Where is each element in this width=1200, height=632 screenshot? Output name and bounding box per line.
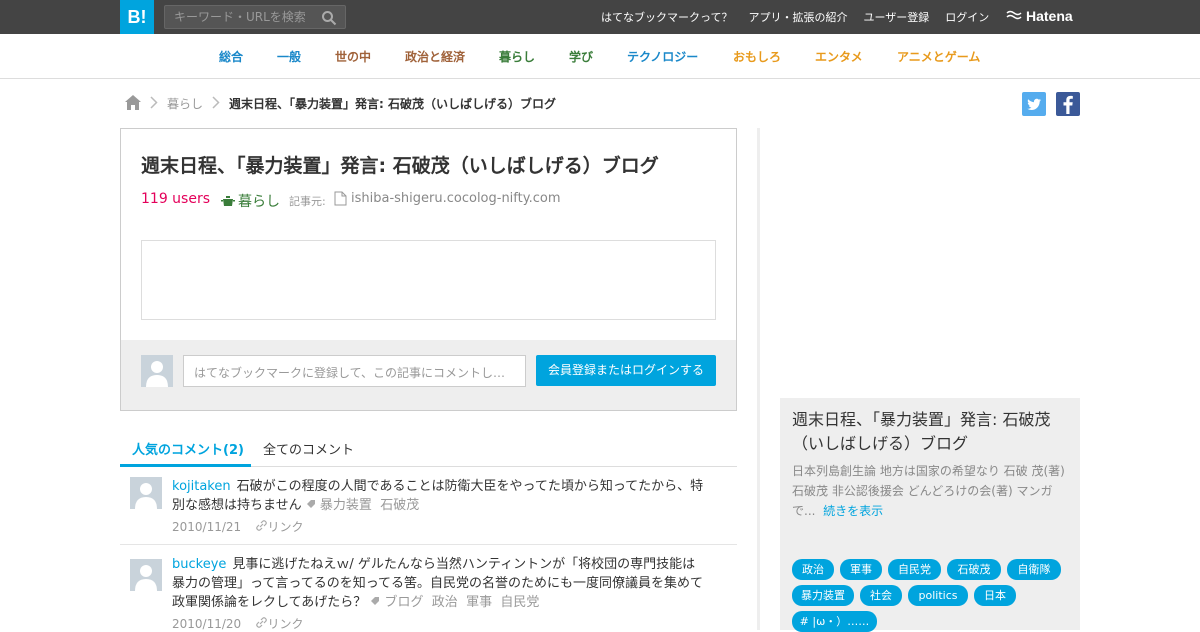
default-user-icon <box>141 355 173 387</box>
category-tab-general[interactable]: 一般 <box>277 48 301 65</box>
comment-tag[interactable]: 暴力装置 <box>320 498 372 513</box>
entry-card: 週末日程、「暴力装置」発言: 石破茂（いしばしげる）ブログ 119 users … <box>120 128 737 411</box>
hatena-brand-label: Hatena <box>1026 8 1073 24</box>
facebook-share-button[interactable] <box>1056 92 1080 116</box>
sidebar-tag[interactable]: 暴力装置 <box>792 585 854 606</box>
category-tab-knowledge[interactable]: 学び <box>569 48 593 65</box>
pot-icon <box>221 196 235 206</box>
active-tab-indicator <box>120 464 251 467</box>
comment-tag[interactable]: 石破茂 <box>380 498 419 513</box>
category-tab-anime-game[interactable]: アニメとゲーム <box>897 48 980 65</box>
entry-source[interactable]: ishiba-shigeru.cocolog-nifty.com <box>334 191 560 206</box>
source-label: 記事元: <box>289 195 326 208</box>
entry-category[interactable]: 暮らし <box>221 191 280 211</box>
twitter-share-button[interactable] <box>1022 92 1046 116</box>
entry-comment-form: はてなブックマークに登録して、この記事にコメントしよう 会員登録またはログインす… <box>121 340 736 410</box>
default-user-icon <box>130 559 162 591</box>
comment-link[interactable]: リンク <box>267 520 303 534</box>
search-icon[interactable] <box>321 10 337 26</box>
show-more-link[interactable]: 続きを表示 <box>823 504 883 518</box>
sidebar-tag[interactable]: 自民党 <box>888 559 941 580</box>
comment-body: buckeye 見事に逃げたねえｗ/ ゲルたんなら当然ハンティントンが「将校団の専… <box>172 555 707 612</box>
comment-tags: 暴力装置 石破茂 <box>306 498 419 513</box>
breadcrumb-current: 週末日程、「暴力装置」発言: 石破茂（いしばしげる）ブログ <box>229 97 556 111</box>
category-tab-fun[interactable]: おもしろ <box>733 48 781 65</box>
tab-popular-comments[interactable]: 人気のコメント(2) <box>132 439 244 458</box>
comment-avatar[interactable] <box>130 477 162 509</box>
register-link[interactable]: ユーザー登録 <box>863 9 929 25</box>
link-icon <box>256 520 268 531</box>
comment-tag[interactable]: 軍事 <box>466 595 492 610</box>
entry-source-domain: ishiba-shigeru.cocolog-nifty.com <box>351 191 561 206</box>
search-input[interactable] <box>165 6 315 28</box>
about-link[interactable]: はてなブックマークって？ <box>601 9 732 25</box>
search-box[interactable] <box>164 5 346 29</box>
twitter-icon <box>1027 98 1041 111</box>
top-nav: はてなブックマークって？ アプリ・拡張の紹介 ユーザー登録 ログイン <box>585 0 989 34</box>
chevron-right-icon <box>212 96 220 109</box>
comment-tag[interactable]: 政治 <box>432 595 458 610</box>
sidebar-description: 日本列島創生論 地方は国家の希望なり 石破 茂(著) 石破茂 非公認後援会 どん… <box>792 461 1068 521</box>
ad-space <box>780 128 1080 398</box>
comment-tag[interactable]: ブログ <box>385 595 424 610</box>
sidebar-tag[interactable]: 日本 <box>974 585 1016 606</box>
category-tab-general-top[interactable]: 総合 <box>219 48 243 65</box>
sidebar-title[interactable]: 週末日程、「暴力装置」発言: 石破茂（いしばしげる）ブログ <box>792 408 1072 456</box>
sidebar-tag[interactable]: # |ω・）…… <box>792 611 877 632</box>
entry-embed-area <box>141 240 716 320</box>
sidebar-tag[interactable]: 軍事 <box>840 559 882 580</box>
entry-category-label: 暮らし <box>238 194 280 210</box>
comment-text: 石破がこの程度の人間であることは防衛大臣をやってた頃から知ってたから、特別な感想… <box>172 479 704 513</box>
sidebar-tag[interactable]: 自衛隊 <box>1007 559 1061 580</box>
comment-link[interactable]: リンク <box>267 617 303 631</box>
home-icon[interactable] <box>124 94 142 111</box>
sidebar-tag[interactable]: 石破茂 <box>947 559 1001 580</box>
chevron-right-icon <box>150 96 158 109</box>
comment-username[interactable]: kojitaken <box>172 479 231 494</box>
bookmark-users-count[interactable]: 119 users <box>141 191 210 207</box>
comment-date[interactable]: 2010/11/20 <box>172 617 241 631</box>
login-link[interactable]: ログイン <box>945 9 989 25</box>
apps-link[interactable]: アプリ・拡張の紹介 <box>748 9 847 25</box>
document-icon <box>334 191 347 206</box>
category-tab-technology[interactable]: テクノロジー <box>627 48 698 65</box>
sidebar-entry-summary: 週末日程、「暴力装置」発言: 石破茂（いしばしげる）ブログ 日本列島創生論 地方… <box>780 398 1080 632</box>
category-tab-life[interactable]: 暮らし <box>499 48 535 65</box>
comment-meta: 2010/11/20 リンク <box>172 615 303 632</box>
login-button[interactable]: 会員登録またはログインする <box>536 355 716 386</box>
column-divider <box>757 128 760 630</box>
default-user-icon <box>130 477 162 509</box>
comment-tags: ブログ 政治 軍事 自民党 <box>370 595 539 610</box>
category-tab-world[interactable]: 世の中 <box>335 48 371 65</box>
sidebar-tag[interactable]: politics <box>908 585 968 606</box>
hatena-bookmark-logo[interactable]: B! <box>120 0 154 34</box>
facebook-icon <box>1063 95 1073 114</box>
top-bar: B! はてなブックマークって？ アプリ・拡張の紹介 ユーザー登録 ログイン Ha… <box>0 0 1200 34</box>
tag-icon <box>371 597 380 605</box>
comment-tabs: 人気のコメント(2) 全てのコメント <box>120 430 737 467</box>
sidebar-tag[interactable]: 社会 <box>860 585 902 606</box>
comment-input[interactable]: はてなブックマークに登録して、この記事にコメントしよう <box>183 355 526 387</box>
comment-date[interactable]: 2010/11/21 <box>172 520 241 534</box>
comment-username[interactable]: buckeye <box>172 557 226 572</box>
category-tab-politics[interactable]: 政治と経済 <box>405 48 465 65</box>
breadcrumb-category[interactable]: 暮らし <box>167 95 203 111</box>
comment-meta: 2010/11/21 リンク <box>172 518 303 535</box>
tag-icon <box>306 500 315 508</box>
tab-all-comments[interactable]: 全てのコメント <box>263 439 354 458</box>
category-nav: 総合 一般 世の中 政治と経済 暮らし 学び テクノロジー おもしろ エンタメ … <box>0 34 1200 79</box>
entry-title[interactable]: 週末日程、「暴力装置」発言: 石破茂（いしばしげる）ブログ <box>141 151 659 178</box>
hatena-logo-icon <box>1006 10 1022 20</box>
comment-avatar[interactable] <box>130 559 162 591</box>
user-avatar <box>141 355 173 387</box>
comment-tag[interactable]: 自民党 <box>500 595 539 610</box>
sidebar-tag[interactable]: 政治 <box>792 559 834 580</box>
link-icon <box>256 617 268 628</box>
comment-separator <box>120 544 737 545</box>
hatena-brand[interactable]: Hatena <box>1006 8 1073 24</box>
category-tab-entertainment[interactable]: エンタメ <box>815 48 863 65</box>
comment-body: kojitaken 石破がこの程度の人間であることは防衛大臣をやってた頃から知って… <box>172 477 707 515</box>
